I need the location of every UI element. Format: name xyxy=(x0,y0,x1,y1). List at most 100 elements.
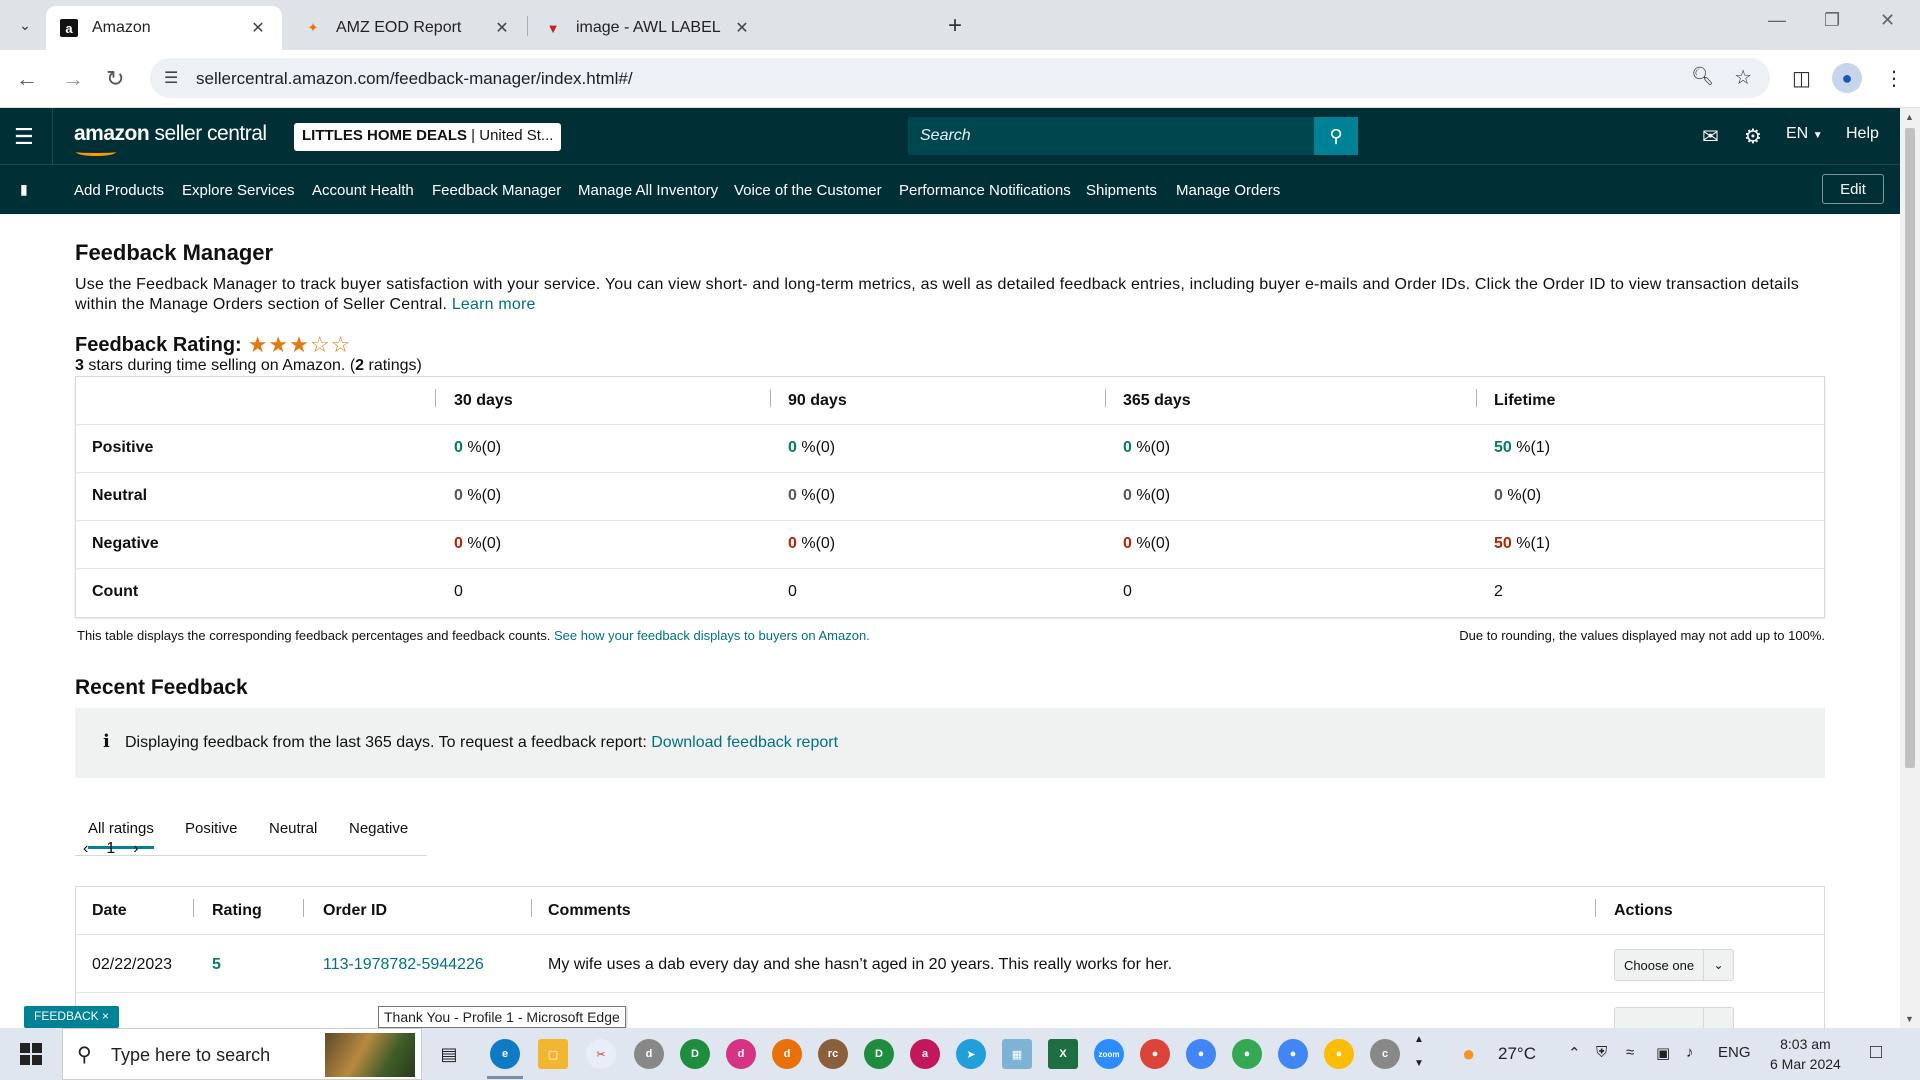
chrome-profile-green-icon[interactable]: D xyxy=(680,1039,710,1069)
chevron-down-icon[interactable]: ⌄ xyxy=(1703,950,1733,980)
chevron-right-icon[interactable]: › xyxy=(133,840,138,858)
taskbar-search[interactable]: ⚲ Type here to search xyxy=(62,1028,422,1080)
volume-icon[interactable]: ♪ xyxy=(1686,1044,1694,1061)
tab-search-chevron-icon[interactable]: ⌄ xyxy=(10,10,40,40)
buyer-display-link[interactable]: See how your feedback displays to buyers… xyxy=(554,628,870,643)
nav-add-products[interactable]: Add Products xyxy=(74,182,164,199)
nav-shipments[interactable]: Shipments xyxy=(1086,182,1157,199)
snipping-tool-icon[interactable]: ✂ xyxy=(586,1039,616,1069)
tab-awl-label[interactable]: ▼ image - AWL LABEL ✕ xyxy=(530,6,766,50)
bookmark-icon[interactable]: ▮ xyxy=(20,181,28,198)
close-icon[interactable]: ✕ xyxy=(248,18,268,38)
tab-amazon[interactable]: a Amazon ✕ xyxy=(46,6,282,50)
page-number[interactable]: 1 xyxy=(106,840,115,858)
chrome-profile-yellow-icon[interactable]: ● xyxy=(1324,1039,1354,1069)
notification-icon[interactable]: □ xyxy=(1870,1041,1882,1064)
battery-icon[interactable]: ▣ xyxy=(1656,1044,1670,1062)
feedback-metrics-table: 30 days 90 days 365 days Lifetime Positi… xyxy=(75,376,1825,618)
close-icon[interactable]: ✕ xyxy=(492,18,512,38)
actions-dropdown[interactable]: Choose one ⌄ xyxy=(1614,949,1734,981)
tray-chevron-up-icon[interactable]: ⌃ xyxy=(1568,1044,1581,1062)
value-cell: 50 %(1) xyxy=(1494,439,1551,456)
scroll-up-icon[interactable]: ▲ xyxy=(1905,112,1914,122)
chrome-profile-green2-icon[interactable]: ● xyxy=(1232,1039,1262,1069)
forward-arrow-icon[interactable]: → xyxy=(62,66,84,92)
edit-nav-button[interactable]: Edit xyxy=(1822,174,1884,204)
tab-all-ratings[interactable]: All ratings xyxy=(88,820,154,849)
excel-icon[interactable]: X xyxy=(1048,1039,1078,1069)
taskbar-scroll-up-icon[interactable]: ▲ xyxy=(1414,1034,1424,1045)
restore-icon[interactable]: ❐ xyxy=(1824,10,1840,31)
chrome-profile-pink-icon[interactable]: d xyxy=(726,1039,756,1069)
nav-manage-all-inventory[interactable]: Manage All Inventory xyxy=(578,182,718,199)
chrome-profile-blue2-icon[interactable]: ● xyxy=(1278,1039,1308,1069)
mail-icon[interactable]: ✉ xyxy=(1702,124,1719,149)
scroll-down-icon[interactable]: ▼ xyxy=(1905,1014,1914,1024)
chrome-icon[interactable]: ● xyxy=(1140,1039,1170,1069)
url-omnibox[interactable]: ☰ sellercentral.amazon.com/feedback-mana… xyxy=(150,58,1770,98)
tab-positive[interactable]: Positive xyxy=(185,820,238,837)
app-icon[interactable]: ▦ xyxy=(1002,1039,1032,1069)
order-id-link[interactable]: 113-1978782-5944226 xyxy=(323,956,484,974)
security-icon[interactable]: ⛨ xyxy=(1596,1044,1607,1061)
download-report-link[interactable]: Download feedback report xyxy=(651,734,838,751)
page-description: Use the Feedback Manager to track buyer … xyxy=(75,275,1835,315)
wifi-icon[interactable]: ≈ xyxy=(1626,1044,1634,1061)
nav-feedback-manager[interactable]: Feedback Manager xyxy=(432,182,561,199)
chrome-profile-a-icon[interactable]: a xyxy=(910,1039,940,1069)
chrome-profile-orange-icon[interactable]: d xyxy=(772,1039,802,1069)
chrome-profile-d2-icon[interactable]: D xyxy=(864,1039,894,1069)
learn-more-link[interactable]: Learn more xyxy=(452,296,536,313)
clock[interactable]: 8:03 am 6 Mar 2024 xyxy=(1770,1034,1841,1074)
language-selector[interactable]: EN ▼ xyxy=(1786,125,1823,143)
tab-amz-eod-report[interactable]: ✦ AMZ EOD Report ✕ xyxy=(290,6,526,50)
profile-avatar-icon[interactable]: ● xyxy=(1832,63,1862,93)
telegram-icon[interactable]: ➤ xyxy=(956,1039,986,1069)
nav-explore-services[interactable]: Explore Services xyxy=(182,182,295,199)
weather-sun-icon[interactable]: ● xyxy=(1462,1041,1475,1067)
gear-icon[interactable]: ⚙ xyxy=(1744,124,1762,149)
minimize-icon[interactable]: — xyxy=(1768,10,1786,31)
new-tab-plus-icon[interactable]: + xyxy=(948,12,962,40)
edge-icon[interactable]: e xyxy=(490,1039,520,1069)
page-scrollbar[interactable]: ▲ ▼ xyxy=(1900,108,1920,1028)
nav-voice-of-customer[interactable]: Voice of the Customer xyxy=(734,182,882,199)
chevron-left-icon[interactable]: ‹ xyxy=(83,840,88,858)
browser-menu-icon[interactable]: ⋮ xyxy=(1884,66,1904,91)
chrome-profile-d-icon[interactable]: d xyxy=(634,1039,664,1069)
taskbar-search-placeholder: Type here to search xyxy=(111,1045,271,1065)
input-language[interactable]: ENG xyxy=(1718,1044,1751,1061)
weather-temperature[interactable]: 27°C xyxy=(1498,1044,1536,1064)
window-close-icon[interactable]: ✕ xyxy=(1880,10,1895,31)
back-arrow-icon[interactable]: ← xyxy=(16,66,38,92)
chrome-profile-blue-icon[interactable]: ● xyxy=(1186,1039,1216,1069)
address-bar: ← → ↻ ☰ sellercentral.amazon.com/feedbac… xyxy=(0,50,1920,108)
taskbar-scroll-down-icon[interactable]: ▼ xyxy=(1414,1058,1424,1069)
windows-start-icon[interactable] xyxy=(20,1043,42,1065)
task-view-icon[interactable]: ▤ xyxy=(434,1039,464,1069)
side-panel-icon[interactable]: ◫ xyxy=(1792,66,1811,91)
file-explorer-icon[interactable]: ▢ xyxy=(538,1039,568,1069)
seller-central-logo[interactable]: amazon seller central xyxy=(74,122,267,156)
nav-account-health[interactable]: Account Health xyxy=(312,182,414,199)
site-settings-icon[interactable]: ☰ xyxy=(164,68,178,88)
bookmark-star-icon[interactable]: ☆ xyxy=(1734,65,1752,90)
store-selector[interactable]: LITTLES HOME DEALS | United St... xyxy=(294,123,562,151)
search-icon[interactable]: ⚲ xyxy=(1314,117,1358,155)
help-link[interactable]: Help xyxy=(1846,125,1879,143)
url-text[interactable]: sellercentral.amazon.com/feedback-manage… xyxy=(196,69,633,89)
close-icon[interactable]: ✕ xyxy=(732,18,752,38)
tab-negative[interactable]: Negative xyxy=(349,820,408,837)
zoom-magnifier-icon[interactable]: 🔍︎ xyxy=(1691,66,1714,87)
feedback-badge[interactable]: FEEDBACK × xyxy=(24,1006,120,1028)
chrome-profile-c-icon[interactable]: c xyxy=(1370,1039,1400,1069)
reload-icon[interactable]: ↻ xyxy=(106,66,124,92)
hamburger-menu-icon[interactable]: ☰ xyxy=(14,124,34,150)
nav-performance-notifications[interactable]: Performance Notifications xyxy=(899,182,1071,199)
nav-manage-orders[interactable]: Manage Orders xyxy=(1176,182,1280,199)
search-input[interactable] xyxy=(908,117,1314,155)
scrollbar-thumb[interactable] xyxy=(1905,128,1915,768)
zoom-icon[interactable]: zoom xyxy=(1094,1039,1124,1069)
chrome-profile-rc-icon[interactable]: rc xyxy=(818,1039,848,1069)
tab-neutral[interactable]: Neutral xyxy=(269,820,317,837)
